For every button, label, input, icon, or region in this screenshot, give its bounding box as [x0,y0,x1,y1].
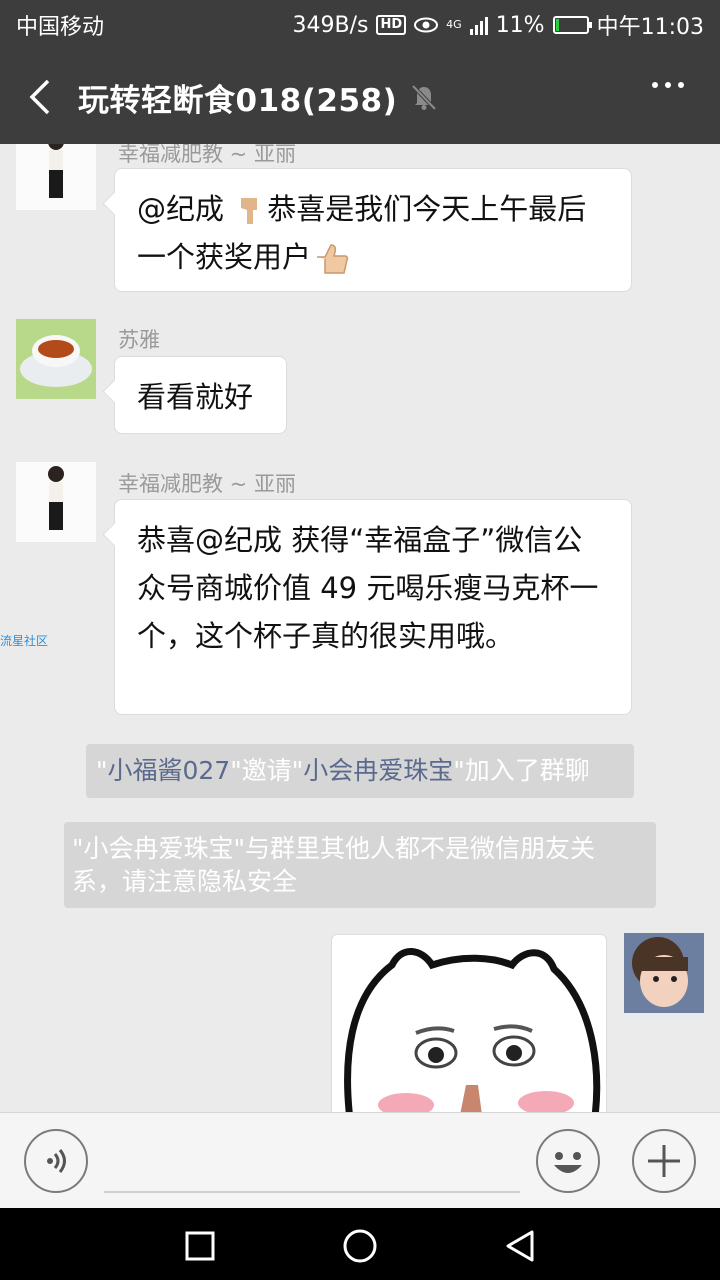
ellipsis-icon[interactable] [652,82,684,88]
network-type: 4G [446,18,462,31]
message-bubble[interactable]: 恭喜@纪成 获得“幸福盒子”微信公众号商城价值 49 元喝乐瘦马克杯一个，这个杯… [114,499,632,715]
back-nav-icon[interactable] [500,1226,540,1266]
avatar[interactable] [16,144,96,210]
recent-apps-icon[interactable] [180,1226,220,1266]
sticker-message[interactable] [331,934,607,1112]
network-speed: 349B/s [292,12,369,38]
pointing-down-hand-icon [241,198,258,224]
system-text: "邀请" [230,756,304,785]
avatar[interactable] [16,319,96,399]
system-text: "加入了群聊 [453,756,590,785]
message-bubble[interactable]: @纪成 恭喜是我们今天上午最后一个获奖用户 [114,168,632,292]
carrier-name: 中国移动 [16,15,105,40]
chat-area[interactable]: 幸福减肥教 ~ 亚丽 @纪成 恭喜是我们今天上午最后一个获奖用户 苏雅 看看就好… [0,144,720,1112]
emoji-icon[interactable] [536,1129,600,1193]
navigation-bar [0,1208,720,1280]
sender-name: 幸福减肥教 ~ 亚丽 [118,144,296,166]
sender-name: 苏雅 [118,328,160,352]
status-bar: 中国移动 349B/s HD 4G 11% 中午11:03 [0,0,720,50]
input-bar [0,1112,720,1208]
chat-title: 玩转轻断食018(258) [78,82,398,119]
bear-sticker-image [344,948,601,1112]
bell-off-icon [411,84,437,111]
signal-icon [469,15,488,35]
chat-header: 玩转轻断食018(258) [0,50,720,144]
battery-icon [552,16,592,34]
eye-icon [414,17,439,33]
message-input[interactable] [104,1137,520,1193]
message-text: @纪成 [137,192,234,226]
user-link[interactable]: 小会冉爱珠宝 [303,756,453,785]
message-bubble[interactable]: 看看就好 [114,356,287,434]
system-message-privacy: "小会冉爱珠宝"与群里其他人都不是微信朋友关系，请注意隐私安全 [64,822,656,908]
message-text: 恭喜@纪成 获得“幸福盒子”微信公众号商城价值 49 元喝乐瘦马克杯一个，这个杯… [137,523,599,653]
plus-icon[interactable] [632,1129,696,1193]
avatar[interactable] [16,462,96,542]
voice-input-icon[interactable] [24,1129,88,1193]
chevron-left-icon[interactable] [10,50,70,144]
home-icon[interactable] [340,1226,380,1266]
thumbs-up-icon [317,244,349,274]
hd-icon: HD [376,15,407,35]
clock: 中午11:03 [596,15,704,40]
system-message-invite: "小福酱027"邀请"小会冉爱珠宝"加入了群聊 [86,744,634,798]
message-text: 看看就好 [137,380,254,414]
system-text: "小会冉爱珠宝"与群里其他人都不是微信朋友关系，请注意隐私安全 [72,834,595,896]
system-text: " [96,756,108,785]
sender-name: 幸福减肥教 ~ 亚丽 [118,472,296,496]
avatar[interactable] [624,933,704,1013]
battery-percent: 11% [495,12,545,38]
user-link[interactable]: 小福酱027 [108,756,231,785]
side-watermark: 流星社区 [0,634,49,648]
